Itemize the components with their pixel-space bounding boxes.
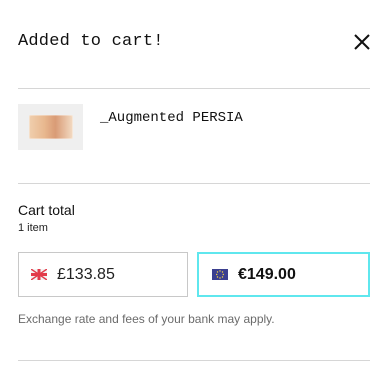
cart-total-label: Cart total	[18, 202, 75, 218]
price-option-eur[interactable]: €149.00	[197, 252, 370, 297]
exchange-rate-note: Exchange rate and fees of your bank may …	[18, 312, 275, 326]
eu-flag-icon	[212, 269, 228, 280]
close-icon	[354, 34, 370, 50]
cart-item-count: 1 item	[18, 222, 48, 234]
close-button[interactable]	[352, 32, 372, 52]
divider-top	[18, 88, 370, 89]
divider-middle	[18, 183, 370, 184]
price-gbp: £133.85	[57, 265, 115, 283]
product-thumbnail[interactable]	[18, 104, 83, 150]
product-image	[28, 115, 73, 139]
price-eur: €149.00	[238, 265, 296, 283]
product-name[interactable]: _Augmented PERSIA	[100, 110, 243, 126]
price-option-gbp[interactable]: £133.85	[18, 252, 188, 297]
uk-flag-icon	[31, 269, 47, 280]
dialog-title: Added to cart!	[18, 32, 164, 51]
divider-bottom	[18, 360, 370, 361]
